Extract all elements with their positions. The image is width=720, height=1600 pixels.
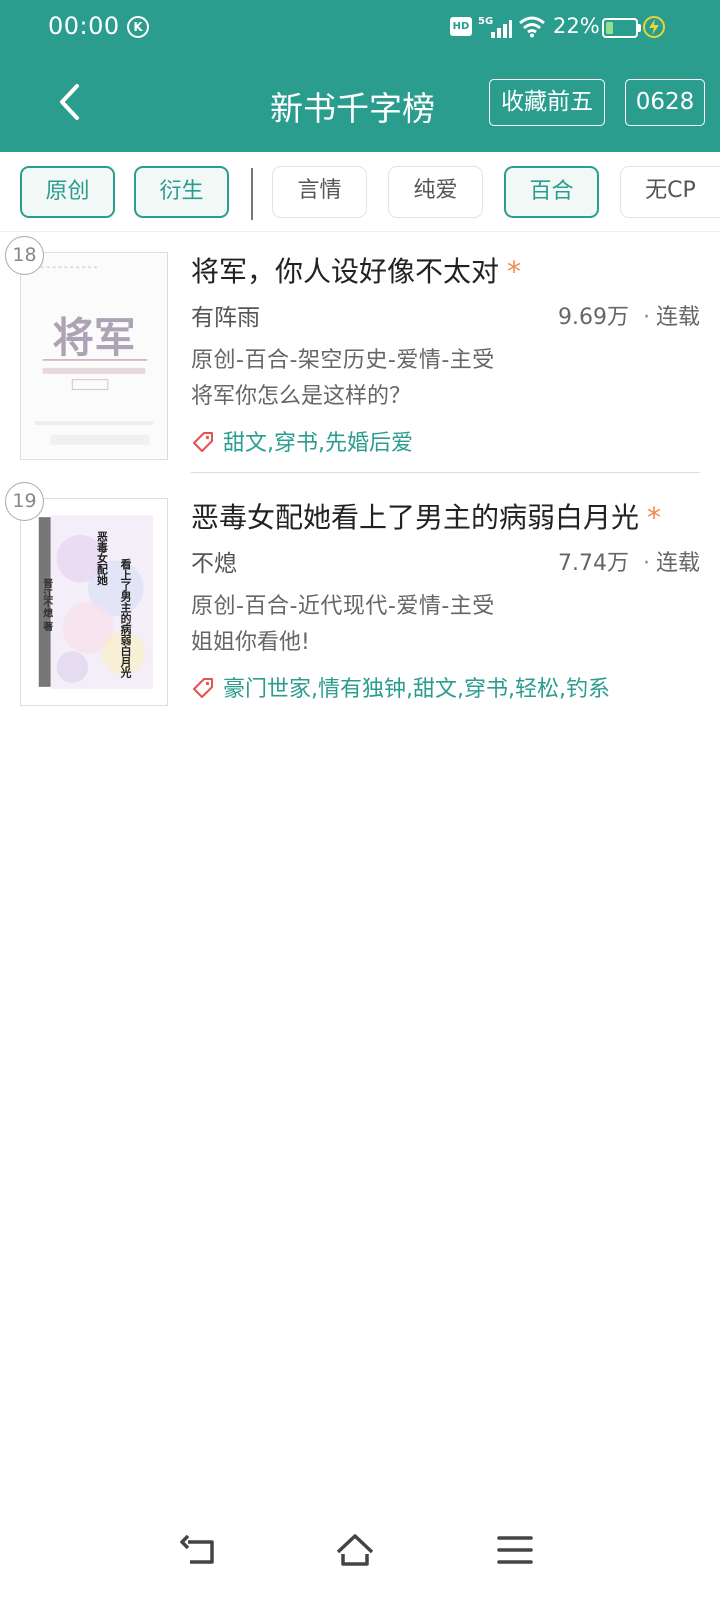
back-gesture-icon[interactable] bbox=[180, 1532, 220, 1568]
app-header: 00:00 K HD 5G 22% 新书千字榜 收藏前五 0628 bbox=[0, 0, 720, 152]
tag-icon bbox=[193, 678, 213, 698]
tag-list: 甜文,穿书,先婚后爱 bbox=[223, 431, 413, 456]
hd-badge-icon: HD bbox=[450, 17, 472, 36]
status-time: 00:00 bbox=[48, 12, 120, 40]
chip-original[interactable]: 原创 bbox=[20, 166, 115, 218]
author-name[interactable]: 不熄 bbox=[191, 544, 237, 578]
book-title-text: 将军，你人设好像不太对 bbox=[191, 255, 500, 288]
home-icon[interactable] bbox=[335, 1532, 375, 1568]
battery-tip bbox=[638, 24, 641, 32]
item-separator bbox=[191, 472, 700, 473]
book-cover[interactable]: 将军 bbox=[20, 252, 168, 460]
star-marker: * bbox=[647, 501, 662, 534]
tag-icon bbox=[193, 432, 213, 452]
charging-bolt-icon bbox=[643, 16, 665, 38]
chip-no-cp[interactable]: 无CP bbox=[620, 166, 720, 218]
date-selector-button[interactable]: 0628 bbox=[625, 79, 705, 126]
cover-title-text: 将军 bbox=[53, 313, 136, 362]
serial-status: 连载 bbox=[655, 551, 700, 576]
status-bar: 00:00 K HD 5G 22% bbox=[0, 0, 720, 56]
book-blurb: 将军你怎么是这样的？ bbox=[191, 384, 412, 409]
book-cover[interactable]: 恶毒女配她 看上了男主的病弱白月光 晋江不熄 著 bbox=[20, 498, 168, 706]
book-title[interactable]: 恶毒女配她看上了男主的病弱白月光 * bbox=[191, 496, 661, 536]
cover-title-line2: 看上了男主的病弱白月光 bbox=[119, 557, 132, 678]
star-marker: * bbox=[507, 255, 522, 288]
cover-art: 将军 bbox=[21, 253, 167, 459]
rank-badge: 19 bbox=[5, 482, 44, 521]
book-blurb: 姐姐你看他! bbox=[191, 630, 310, 655]
word-count: 7.74万 bbox=[557, 551, 629, 576]
filter-bar: 原创 衍生 言情 纯爱 百合 无CP bbox=[0, 152, 720, 232]
genre-path: 原创-百合-近代现代-爱情-主受 bbox=[191, 594, 495, 619]
battery-fill bbox=[606, 22, 613, 34]
cover-author-line: 晋江不熄 著 bbox=[41, 578, 54, 632]
k-badge-icon: K bbox=[127, 16, 149, 38]
book-stats: 9.69万 · 连载 bbox=[558, 299, 700, 331]
signal-icon: 5G bbox=[478, 16, 512, 38]
book-list-item[interactable]: 19 恶毒女配她 看上了男主的病弱白月光 晋江不熄 著 恶毒女配她看上了男主的病… bbox=[0, 478, 720, 730]
rank-badge: 18 bbox=[5, 236, 44, 275]
filter-divider bbox=[251, 168, 253, 220]
book-stats: 7.74万 · 连载 bbox=[558, 545, 700, 577]
book-title[interactable]: 将军，你人设好像不太对 * bbox=[191, 250, 521, 290]
system-nav-bar bbox=[0, 1520, 720, 1600]
book-list-item[interactable]: 18 将军 将军，你人设好像不太对 * 有阵雨 9.69万 · 连载 原创-百合-架空… bbox=[0, 232, 720, 484]
battery-icon bbox=[602, 18, 638, 38]
book-tags: 甜文,穿书,先婚后爱 bbox=[191, 425, 413, 457]
menu-icon[interactable] bbox=[495, 1532, 535, 1568]
back-arrow-icon[interactable] bbox=[50, 80, 90, 124]
author-name[interactable]: 有阵雨 bbox=[191, 298, 260, 332]
network-label: 5G bbox=[478, 16, 493, 27]
cover-title-line1: 恶毒女配她 bbox=[95, 531, 108, 586]
chip-gl[interactable]: 百合 bbox=[504, 166, 599, 218]
nav-bar: 新书千字榜 收藏前五 0628 bbox=[0, 66, 720, 140]
wifi-icon bbox=[519, 16, 545, 38]
chip-bl[interactable]: 纯爱 bbox=[388, 166, 483, 218]
page-title: 新书千字榜 bbox=[270, 89, 435, 128]
chip-derivative[interactable]: 衍生 bbox=[134, 166, 229, 218]
battery-percent: 22% bbox=[553, 14, 600, 38]
top5-favorites-button[interactable]: 收藏前五 bbox=[489, 79, 605, 126]
serial-status: 连载 bbox=[655, 305, 700, 330]
cover-art: 恶毒女配她 看上了男主的病弱白月光 晋江不熄 著 bbox=[21, 499, 167, 705]
stats-dot: · bbox=[642, 305, 650, 330]
stats-dot: · bbox=[642, 551, 650, 576]
chip-romance[interactable]: 言情 bbox=[272, 166, 367, 218]
book-title-text: 恶毒女配她看上了男主的病弱白月光 bbox=[191, 501, 640, 534]
book-tags: 豪门世家,情有独钟,甜文,穿书,轻松,钓系 bbox=[191, 671, 610, 703]
genre-path: 原创-百合-架空历史-爱情-主受 bbox=[191, 348, 495, 373]
tag-list: 豪门世家,情有独钟,甜文,穿书,轻松,钓系 bbox=[223, 677, 610, 702]
word-count: 9.69万 bbox=[557, 305, 629, 330]
